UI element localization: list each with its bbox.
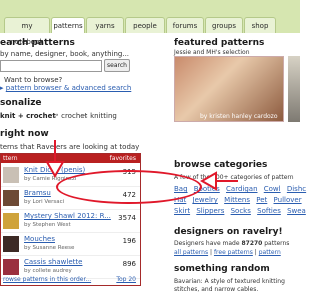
category-link[interactable]: Softies — [257, 207, 281, 215]
something-random-heading: something random — [174, 264, 270, 274]
featured-patterns-heading: featured patterns — [174, 38, 265, 48]
featured-pattern-image-2[interactable] — [288, 56, 300, 122]
search-input[interactable] — [0, 60, 102, 72]
tab-patterns[interactable]: patterns — [51, 17, 85, 33]
annotation-arrow-left-icon — [200, 171, 238, 191]
annotation-oval — [56, 170, 202, 204]
pattern-designer: by Lori Versaci — [24, 199, 65, 205]
free-patterns-link[interactable]: free patterns — [214, 249, 253, 256]
category-link[interactable]: Mittens — [224, 196, 250, 204]
pattern-title[interactable]: Cassis shawlette — [24, 258, 82, 266]
panel-header: ttern favorites — [1, 154, 140, 163]
pattern-thumbnail[interactable] — [3, 167, 19, 183]
designers-desc-post: patterns — [262, 240, 290, 247]
category-link[interactable]: Pullover — [274, 196, 302, 204]
pattern-thumbnail[interactable] — [3, 236, 19, 252]
pattern-designer: by Susanne Reese — [24, 245, 75, 251]
right-now-description: terns that Ravelers are looking at today — [0, 143, 140, 151]
tab-forums[interactable]: forums — [166, 17, 204, 33]
search-patterns-heading: earch patterns — [0, 38, 75, 48]
designers-desc-pre: Designers have made — [174, 240, 242, 247]
browse-order-link[interactable]: rowse patterns in this order... — [3, 275, 91, 285]
arrow-right-icon: ▸ — [0, 84, 4, 92]
column-pattern: ttern — [3, 155, 18, 162]
pattern-title[interactable]: Bramsu — [24, 189, 51, 197]
column-favorites: favorites — [109, 155, 136, 162]
tab-my-notebook[interactable]: my notebook — [4, 17, 50, 46]
table-row[interactable]: Mystery Shawl 2012: R... by Stephen West… — [1, 210, 140, 233]
category-link[interactable]: Pet — [256, 196, 267, 204]
category-link[interactable]: Swea — [287, 207, 306, 215]
category-link[interactable]: Slippers — [196, 207, 224, 215]
search-description: by name, designer, book, anything... — [0, 50, 130, 58]
knitting-icon: ✂ — [82, 112, 88, 120]
annotation-arrow-down-icon — [45, 140, 65, 178]
random-description: Bavarian: A style of textured knitting — [174, 278, 285, 285]
favorites-count: 196 — [122, 237, 136, 245]
pattern-link[interactable]: pattern — [259, 249, 281, 256]
right-now-heading: right now — [0, 129, 49, 139]
tab-groups[interactable]: groups — [205, 17, 243, 33]
tab-people[interactable]: people — [125, 17, 165, 33]
panel-footer: rowse patterns in this order... Top 20 — [1, 275, 140, 285]
filter-knitting[interactable]: ✂ knitting — [82, 112, 117, 120]
category-link[interactable]: Cowl — [264, 185, 281, 193]
tab-shop[interactable]: shop — [244, 17, 276, 33]
designers-heading: designers on ravelry! — [174, 227, 283, 237]
pattern-thumbnail[interactable] — [3, 190, 19, 206]
filter-knit-crochet[interactable]: knit + crochet — [0, 112, 56, 120]
top-navigation: my notebook patterns yarns people forums… — [0, 0, 300, 46]
pattern-title[interactable]: Mouches — [24, 235, 55, 243]
category-link[interactable]: Socks — [231, 207, 251, 215]
favorites-count: 3574 — [118, 214, 136, 222]
pattern-browser-link[interactable]: pattern browser & advanced search — [6, 84, 132, 92]
designers-count: 87270 — [241, 240, 263, 247]
designers-links: all patterns | free patterns | pattern — [174, 249, 281, 256]
pattern-browser-link-row: ▸ pattern browser & advanced search — [0, 84, 131, 92]
personalize-heading: sonalize — [0, 98, 42, 108]
category-link[interactable]: Jewelry — [193, 196, 218, 204]
random-description-2: stitches, and narrow cables. — [174, 286, 259, 293]
category-link[interactable]: Dishc — [287, 185, 306, 193]
pattern-designer: by collete audrey — [24, 268, 72, 274]
featured-carousel[interactable]: by kristen hanley cardozo — [174, 56, 300, 122]
crochet-icon: ↗ — [53, 112, 59, 120]
search-button[interactable]: search — [104, 59, 130, 72]
featured-credit: by kristen hanley cardozo — [200, 113, 278, 120]
browse-categories-heading: browse categories — [174, 160, 268, 170]
category-link[interactable]: Skirt — [174, 207, 190, 215]
tab-yarns[interactable]: yarns — [86, 17, 124, 33]
designers-description: Designers have made 87270 patterns — [174, 240, 289, 247]
featured-subtitle: Jessie and MH's selection — [174, 49, 250, 56]
pattern-thumbnail[interactable] — [3, 213, 19, 229]
browse-question: Want to browse? — [4, 76, 63, 84]
top-20-link[interactable]: Top 20 — [116, 275, 136, 285]
table-row[interactable]: Mouches by Susanne Reese 196 — [1, 233, 140, 256]
pattern-thumbnail[interactable] — [3, 259, 19, 275]
all-patterns-link[interactable]: all patterns — [174, 249, 208, 256]
pattern-designer: by Stephen West — [24, 222, 71, 228]
favorites-count: 896 — [122, 260, 136, 268]
filter-knitting-label: knitting — [90, 112, 117, 120]
pattern-title[interactable]: Mystery Shawl 2012: R... — [24, 212, 111, 220]
